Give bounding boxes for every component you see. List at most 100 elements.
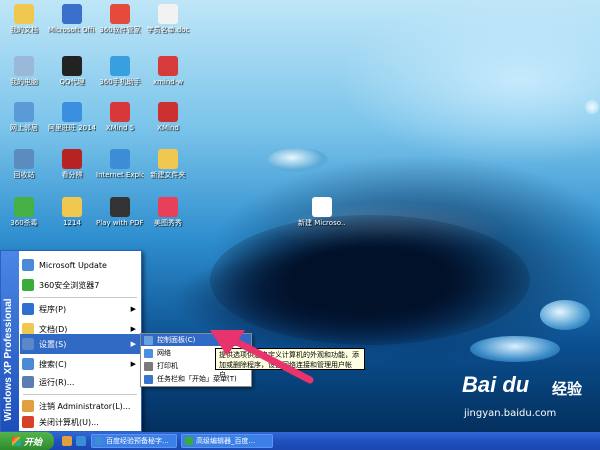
start-menu-banner: Windows XP Professional: [1, 251, 19, 431]
desktop-icon[interactable]: 360手机助手: [96, 56, 144, 86]
quicklaunch-ie-icon[interactable]: [76, 436, 86, 446]
desktop-icon[interactable]: Microsoft Office W...: [48, 4, 96, 34]
desktop-icon[interactable]: 360杀毒: [0, 197, 48, 227]
menu-item-label: 注销 Administrator(L)...: [39, 401, 131, 411]
desktop-app-icon: [62, 197, 82, 217]
menu-item-run[interactable]: 运行(R)...: [20, 372, 140, 392]
menu-item-search[interactable]: 搜索(C) ▶: [20, 354, 140, 374]
desktop-icon-label: 学员名单.doc: [146, 26, 190, 34]
programs-icon: [22, 303, 34, 315]
menu-item-programs[interactable]: 程序(P) ▶: [20, 299, 140, 319]
desktop-icon-label: 1214: [63, 219, 81, 227]
desktop-icon-label: 360手机助手: [99, 78, 141, 86]
desktop-icon[interactable]: 360软件管家: [96, 4, 144, 34]
desktop-app-icon: [158, 56, 178, 76]
quicklaunch-icon[interactable]: [62, 436, 72, 446]
desktop-icon[interactable]: 新建文件夹: [144, 149, 192, 179]
annotation-arrow-icon: [210, 330, 314, 384]
desktop-icon[interactable]: 美图秀秀: [144, 197, 192, 227]
desktop-app-icon: [312, 197, 332, 217]
desktop-icon[interactable]: 阿里旺旺 2014: [48, 102, 96, 132]
browser-360-icon: [185, 437, 193, 445]
desktop-app-icon: [110, 197, 130, 217]
desktop-app-icon: [158, 149, 178, 169]
settings-icon: [22, 338, 34, 350]
desktop-icon-label: QQ代理: [59, 78, 85, 86]
desktop-icon[interactable]: xmind-w: [144, 56, 192, 86]
power-icon: [22, 416, 34, 428]
browser-360-icon: [22, 279, 34, 291]
water-drop-shape: [585, 100, 599, 114]
desktop-icon-label: Play with PDF Max 2.0: [96, 219, 144, 227]
start-menu: Windows XP Professional Microsoft Update…: [0, 250, 142, 432]
desktop-icon-label: XMind: [157, 124, 179, 132]
menu-item-label: 360安全浏览器7: [39, 280, 100, 290]
desktop-icon[interactable]: Internet Explorer: [96, 149, 144, 179]
menu-item-label: 关闭计算机(U)...: [39, 417, 99, 427]
desktop-icon-label: 我的文档: [10, 26, 38, 34]
desktop-icon-label: xmind-w: [152, 78, 184, 86]
submenu-item-label: 控制面板(C): [157, 336, 196, 344]
desktop-icon[interactable]: 回收站: [0, 149, 48, 179]
menu-item-shutdown[interactable]: 关闭计算机(U)...: [20, 412, 140, 432]
submenu-arrow-icon: ▶: [130, 325, 136, 333]
menu-item-label: Microsoft Update: [39, 260, 107, 270]
windows-xp-banner-text: Windows XP Professional: [3, 298, 14, 421]
logoff-key-icon: [22, 400, 34, 412]
menu-divider: [23, 297, 137, 298]
desktop-icon[interactable]: 学员名单.doc: [144, 4, 192, 34]
control-panel-icon: [144, 335, 153, 345]
submenu-item-label: 打印机: [157, 362, 178, 370]
water-drop-shape: [470, 336, 560, 362]
windows-logo-icon: [11, 436, 21, 446]
desktop-icon[interactable]: XMind 5: [96, 102, 144, 132]
desktop-app-icon: [14, 197, 34, 217]
taskbar-task-baidu[interactable]: 百度经验预备秘字...: [91, 434, 177, 448]
desktop-icon[interactable]: XMind: [144, 102, 192, 132]
desktop-app-icon: [110, 102, 130, 122]
desktop-icon-label: 网上邻居: [10, 124, 38, 132]
desktop-icon[interactable]: 我的文档: [0, 4, 48, 34]
printer-icon: [144, 361, 153, 371]
desktop-icon[interactable]: 新建 Microso...: [298, 197, 346, 227]
desktop-icon-label: 新建 Microso...: [298, 219, 346, 227]
jingyan-word: 经验: [552, 380, 583, 398]
submenu-arrow-icon: ▶: [130, 360, 136, 368]
desktop-app-icon: [14, 149, 34, 169]
desktop-icon-label: 360软件管家: [99, 26, 141, 34]
desktop-app-icon: [62, 102, 82, 122]
taskbar-task-editor[interactable]: 高级编辑器_百度...: [181, 434, 273, 448]
desktop-app-icon: [158, 102, 178, 122]
desktop-icon[interactable]: QQ代理: [48, 56, 96, 86]
desktop-icon-label: 看分辨: [61, 171, 83, 179]
desktop-icon[interactable]: 网上邻居: [0, 102, 48, 132]
menu-item-microsoft-update[interactable]: Microsoft Update: [20, 255, 140, 275]
desktop-icon[interactable]: 1214: [48, 197, 96, 227]
desktop-app-icon: [110, 4, 130, 24]
start-button[interactable]: 开始: [0, 432, 54, 450]
desktop-app-icon: [14, 4, 34, 24]
desktop-app-icon: [158, 4, 178, 24]
desktop-app-icon: [14, 102, 34, 122]
browser-icon: [95, 437, 103, 445]
menu-item-settings[interactable]: 设置(S) ▶: [20, 334, 140, 354]
desktop-app-icon: [110, 149, 130, 169]
desktop-app-icon: [62, 4, 82, 24]
menu-divider: [23, 394, 137, 395]
task-label: 高级编辑器_百度...: [196, 437, 256, 445]
desktop-app-icon: [14, 56, 34, 76]
desktop-icon[interactable]: Play with PDF Max 2.0: [96, 197, 144, 227]
menu-item-label: 文档(D): [39, 324, 68, 334]
submenu-item-label: 网络: [157, 349, 171, 357]
desktop-app-icon: [158, 197, 178, 217]
desktop-app-icon: [110, 56, 130, 76]
desktop-icon-label: 回收站: [13, 171, 35, 179]
submenu-arrow-icon: ▶: [130, 340, 136, 348]
desktop-app-icon: [62, 56, 82, 76]
desktop-icon[interactable]: 我的电脑: [0, 56, 48, 86]
menu-item-360-browser[interactable]: 360安全浏览器7: [20, 275, 140, 295]
desktop-icon-label: 阿里旺旺 2014: [48, 124, 96, 132]
water-drop-shape: [268, 148, 328, 172]
windows-update-icon: [22, 259, 34, 271]
desktop-icon[interactable]: 看分辨: [48, 149, 96, 179]
